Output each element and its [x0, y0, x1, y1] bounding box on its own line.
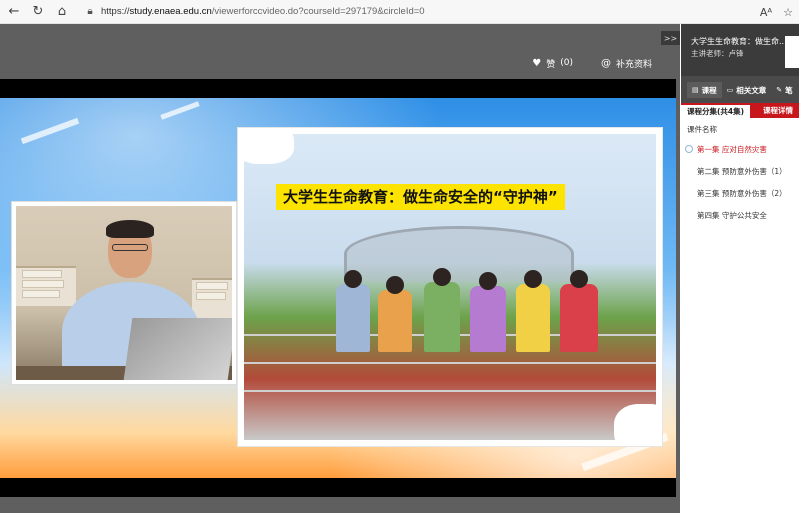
sidebar-tabs: ▤ 课程 ▭ 相关文章 ✎ 笔 [681, 82, 799, 98]
rail [244, 390, 656, 392]
book [196, 292, 226, 300]
lock-icon: 🔒︎ [87, 6, 93, 17]
like-label: 赞 [546, 59, 556, 70]
book [22, 270, 62, 278]
supplement-button[interactable]: @ 补充资料 [601, 57, 652, 70]
url-prefix: https:// [101, 6, 130, 17]
tab-notes[interactable]: ✎ 笔 [771, 82, 797, 98]
tab-course-label: 课程 [701, 85, 717, 95]
read-aloud-icon: Aᴬ [759, 5, 773, 19]
home-button[interactable]: ⌂ [50, 0, 74, 24]
edit-icon: ✎ [776, 86, 783, 94]
student [516, 284, 550, 352]
reload-icon: ↻ [32, 4, 44, 19]
tab-articles[interactable]: ▭ 相关文章 [722, 82, 772, 98]
subtab-episodes[interactable]: 课程分集(共4集) [681, 103, 751, 118]
episode-label: 第四集 守护公共安全 [697, 210, 767, 220]
course-title: 大学生生命教育：做生命... [691, 37, 787, 46]
like-button[interactable]: ♥ 赞 (0) [532, 57, 573, 70]
student-head [479, 272, 497, 290]
episode-item-3[interactable]: 第三集 预防意外伤害（2） [681, 182, 799, 204]
rail [244, 362, 656, 364]
student [560, 284, 598, 352]
student-head [344, 270, 362, 288]
content-subtabs: 课程分集(共4集) 课程详情 [681, 103, 799, 118]
progress-circle-icon [685, 145, 693, 153]
slide-title: 大学生生命教育：做生命安全的“守护神” [276, 184, 565, 210]
course-sidebar: 大学生生命教育：做生命... 主讲老师：卢锋 ▤ 课程 ▭ 相关文章 ✎ 笔 课… [681, 24, 799, 513]
book [22, 280, 64, 288]
episode-item-2[interactable]: 第二集 预防意外伤害（1） [681, 160, 799, 182]
teacher-hair [106, 220, 154, 238]
column-header: 课件名称 [687, 125, 717, 134]
sidebar-header: 大学生生命教育：做生命... 主讲老师：卢锋 [681, 24, 799, 76]
video-frame[interactable]: 大学生生命教育：做生命安全的“守护神” [0, 98, 676, 478]
glasses [112, 244, 148, 251]
episode-label: 第一集 应对自然灾害 [697, 144, 767, 154]
paint-splash [244, 134, 294, 164]
teacher-image [16, 206, 232, 380]
sidebar-content: 课程分集(共4集) 课程详情 课件名称 第一集 应对自然灾害 第二集 预防意外伤… [681, 103, 799, 513]
slide-photo: 大学生生命教育：做生命安全的“守护神” [244, 134, 656, 440]
episode-item-1[interactable]: 第一集 应对自然灾害 [681, 138, 799, 160]
student-head [524, 270, 542, 288]
student-head [386, 276, 404, 294]
tab-articles-label: 相关文章 [736, 85, 767, 95]
arrow-left-icon: ← [8, 4, 20, 19]
paperclip-icon: @ [600, 57, 611, 69]
student [336, 284, 370, 352]
course-thumbnail [785, 36, 799, 68]
teacher-name: 主讲老师：卢锋 [691, 49, 744, 58]
video-area: >> ♥ 赞 (0) @ 补充资料 大学生生命教育：做生命安全的“守护神” [0, 24, 680, 513]
favorite-button[interactable]: ☆ [777, 0, 799, 24]
book-icon: ▤ [692, 86, 699, 94]
laptop [123, 318, 232, 380]
like-count: (0) [560, 58, 573, 68]
student-head [433, 268, 451, 286]
url-path: /viewerforccvideo.do?courseId=297179&cir… [211, 6, 425, 17]
reload-button[interactable]: ↻ [26, 0, 50, 24]
read-aloud-button[interactable]: Aᴬ [755, 0, 777, 24]
url-host: study.enaea.edu.cn [129, 6, 212, 17]
heart-icon: ♥ [532, 57, 542, 69]
paint-splash [614, 404, 656, 440]
letterbox-top [0, 79, 676, 98]
video-actions: ♥ 赞 (0) @ 补充资料 [0, 54, 680, 72]
back-button[interactable]: ← [2, 0, 26, 24]
book [196, 282, 228, 290]
episode-label: 第二集 预防意外伤害（1） [697, 166, 787, 176]
tab-course[interactable]: ▤ 课程 [687, 82, 722, 98]
student [470, 286, 506, 352]
episode-item-4[interactable]: 第四集 守护公共安全 [681, 204, 799, 226]
articles-icon: ▭ [726, 86, 734, 94]
lecture-slide: 大学生生命教育：做生命安全的“守护神” [238, 128, 662, 446]
student [424, 282, 460, 352]
teacher-video-inset [12, 202, 236, 384]
tab-notes-label: 笔 [785, 85, 793, 95]
address-bar[interactable]: 🔒︎ https://study.enaea.edu.cn/viewerforc… [82, 0, 425, 24]
url-text[interactable]: https://study.enaea.edu.cn/viewerforccvi… [101, 6, 425, 17]
home-icon: ⌂ [57, 4, 67, 19]
student [378, 290, 412, 352]
episode-label: 第三集 预防意外伤害（2） [697, 188, 787, 198]
collapse-sidebar-button[interactable]: >> [661, 31, 680, 45]
browser-toolbar: ← ↻ ⌂ 🔒︎ https://study.enaea.edu.cn/view… [0, 0, 799, 24]
subtab-details[interactable]: 课程详情 [750, 103, 799, 118]
video-player[interactable]: 大学生生命教育：做生命安全的“守护神” [0, 79, 676, 497]
star-icon: ☆ [783, 5, 793, 19]
supplement-label: 补充资料 [615, 59, 652, 70]
book [22, 290, 60, 298]
episode-list: 第一集 应对自然灾害 第二集 预防意外伤害（1） 第三集 预防意外伤害（2） 第… [681, 138, 799, 226]
student-head [570, 270, 588, 288]
